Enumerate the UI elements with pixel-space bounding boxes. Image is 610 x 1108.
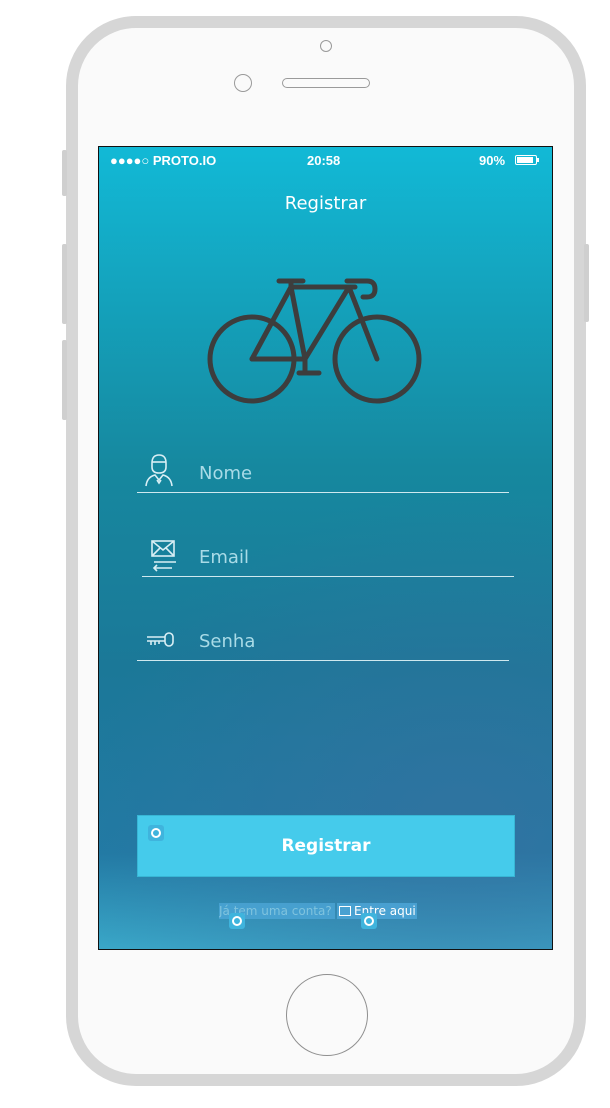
name-underline [137,492,509,493]
app-screen: ●●●●○ PROTO.IO 20:58 90% Registrar Nome … [98,146,553,950]
register-button[interactable]: Registrar [137,815,515,877]
email-icon [151,540,176,572]
password-label: Senha [199,631,256,652]
name-label: Nome [199,463,253,484]
home-button[interactable] [286,974,368,1056]
mute-switch [62,150,67,196]
bicycle-icon [207,278,422,404]
clock: 20:58 [307,153,341,168]
volume-down-button [62,340,67,420]
login-link-hotspot-marker [361,913,377,929]
password-underline [137,660,509,661]
name-field[interactable]: Nome [137,453,509,493]
earpiece-speaker [282,78,370,88]
power-button [584,244,589,322]
login-link[interactable]: Entre aqui [337,903,417,919]
front-camera [320,40,332,52]
password-field[interactable]: Senha [137,621,509,661]
user-icon [145,454,173,487]
login-question-hotspot-marker [229,913,245,929]
key-icon [147,632,174,647]
volume-up-button [62,244,67,324]
page-title: Registrar [284,193,367,214]
email-field[interactable]: Email [142,537,514,577]
battery-icon [515,155,537,165]
email-underline [142,576,514,577]
status-bar: ●●●●○ PROTO.IO 20:58 90% [99,147,552,173]
battery-percent: 90% [479,153,506,168]
battery-tip [537,158,539,162]
carrier-label: ●●●●○ PROTO.IO [110,153,217,168]
email-label: Email [199,547,249,568]
link-box-icon [339,906,351,916]
register-hotspot-marker [148,825,164,841]
proximity-sensor [234,74,252,92]
